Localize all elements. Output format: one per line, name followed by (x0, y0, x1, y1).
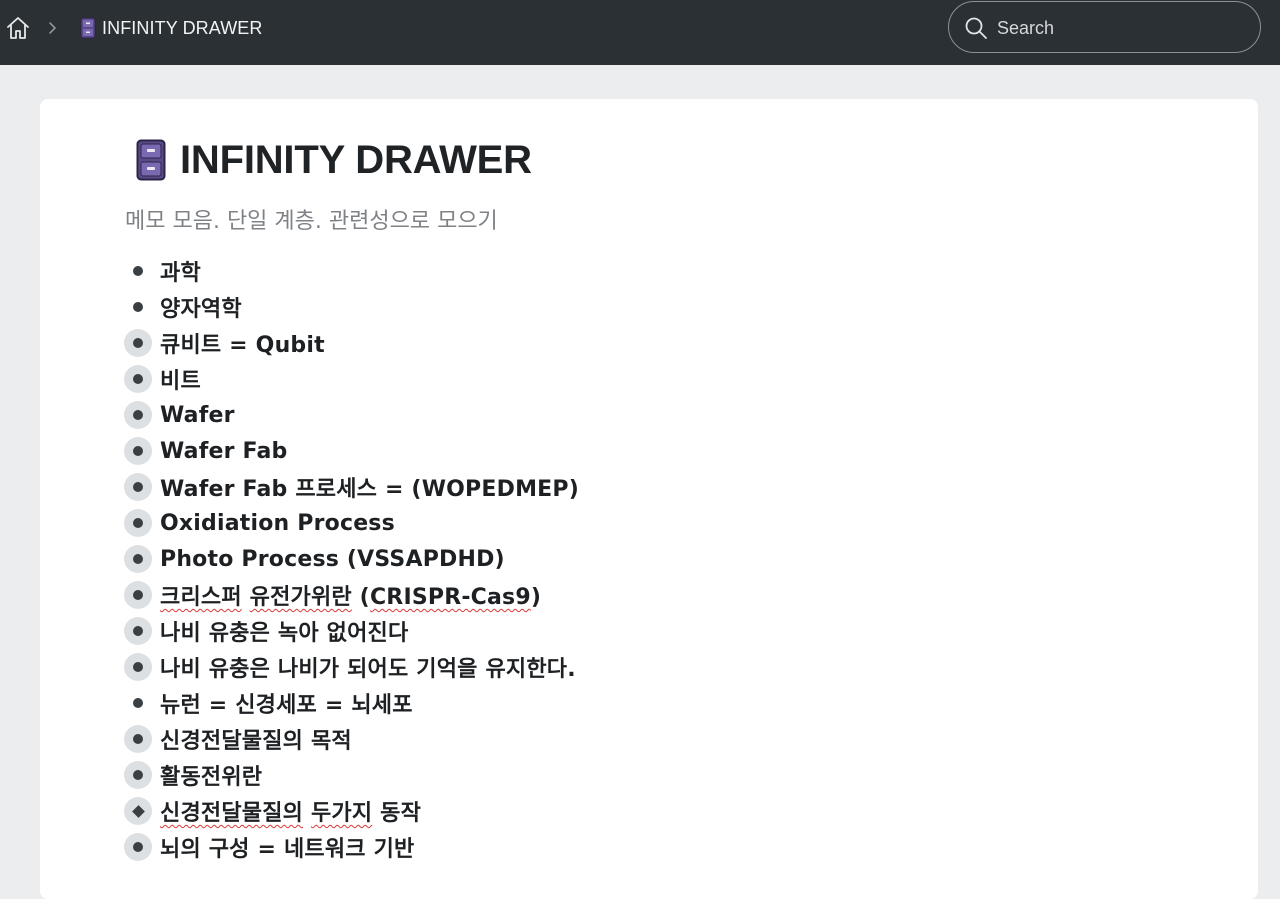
file-cabinet-icon (80, 17, 96, 39)
dot-bullet-icon (133, 626, 143, 636)
breadcrumb-label: INFINITY DRAWER (102, 17, 263, 38)
list-item[interactable]: Photo Process (VSSAPDHD) (124, 541, 579, 577)
collapsed-bullet[interactable] (124, 797, 152, 825)
breadcrumb-current[interactable]: INFINITY DRAWER (80, 16, 263, 40)
list-item-label[interactable]: 뉴런 = 신경세포 = 뇌세포 (160, 687, 413, 719)
collapsed-bullet[interactable] (124, 725, 152, 753)
collapsed-bullet[interactable] (124, 365, 152, 393)
list-item-label[interactable]: 큐비트 = Qubit (160, 327, 325, 359)
search-icon (965, 17, 987, 39)
bullet[interactable] (124, 293, 152, 321)
top-bar: INFINITY DRAWER (0, 0, 1280, 65)
list-item-label[interactable]: Photo Process (VSSAPDHD) (160, 547, 505, 572)
home-icon (7, 17, 29, 39)
list-item-label[interactable]: 비트 (160, 363, 201, 395)
dot-bullet-icon (133, 590, 143, 600)
list-item[interactable]: Wafer Fab 프로세스 = (WOPEDMEP) (124, 469, 579, 505)
bullet-list: 과학양자역학큐비트 = Qubit 비트 Wafer Wafer Fab Wafer F… (124, 253, 579, 865)
spellcheck-word: 크리스퍼 (160, 585, 242, 610)
dot-bullet-icon (133, 410, 143, 420)
list-item-label[interactable]: Wafer Fab (160, 439, 287, 464)
dot-bullet-icon (133, 734, 143, 744)
list-item[interactable]: Wafer (124, 397, 579, 433)
diamond-bullet-icon (131, 804, 145, 818)
page-description[interactable]: 메모 모음. 단일 계층. 관련성으로 모으기 (125, 203, 498, 235)
list-item[interactable]: 뇌의 구성 = 네트워크 기반 (124, 829, 579, 865)
collapsed-bullet[interactable] (124, 509, 152, 537)
dot-bullet-icon (133, 770, 143, 780)
list-item[interactable]: 비트 (124, 361, 579, 397)
collapsed-bullet[interactable] (124, 473, 152, 501)
collapsed-bullet[interactable] (124, 401, 152, 429)
page-title-row: INFINITY DRAWER (136, 137, 532, 183)
list-item[interactable]: 나비 유충은 나비가 되어도 기억을 유지한다. (124, 649, 579, 685)
scrollbar[interactable] (1276, 65, 1280, 878)
collapsed-bullet[interactable] (124, 761, 152, 789)
search-input[interactable] (997, 14, 1247, 42)
spellcheck-word: 신경전달물질의 (160, 801, 304, 826)
bullet[interactable] (124, 257, 152, 285)
list-item-label[interactable]: Oxidiation Process (160, 511, 395, 536)
list-item-label[interactable]: 뇌의 구성 = 네트워크 기반 (160, 831, 414, 863)
list-item[interactable]: 신경전달물질의 두가지 동작 (124, 793, 579, 829)
spellcheck-word: CRISPR-Cas9 (369, 585, 531, 610)
list-item[interactable]: 크리스퍼 유전가위란 (CRISPR-Cas9) (124, 577, 579, 613)
list-item-label[interactable]: Wafer (160, 403, 235, 428)
dot-bullet-icon (133, 842, 143, 852)
list-item-label[interactable]: 과학 (160, 255, 201, 287)
collapsed-bullet[interactable] (124, 653, 152, 681)
dot-bullet-icon (133, 446, 143, 456)
list-item-label[interactable]: 양자역학 (160, 291, 242, 323)
list-item[interactable]: 나비 유충은 녹아 없어진다 (124, 613, 579, 649)
spellcheck-word: 유전가위란 (249, 585, 352, 610)
list-item[interactable]: 활동전위란 (124, 757, 579, 793)
list-item-label[interactable]: 활동전위란 (160, 759, 262, 791)
dot-bullet-icon (133, 662, 143, 672)
list-item-label[interactable]: 나비 유충은 나비가 되어도 기억을 유지한다. (160, 651, 576, 683)
bullet[interactable] (124, 689, 152, 717)
collapsed-bullet[interactable] (124, 581, 152, 609)
list-item[interactable]: 뉴런 = 신경세포 = 뇌세포 (124, 685, 579, 721)
list-item-label[interactable]: 신경전달물질의 두가지 동작 (160, 795, 421, 827)
list-item-label[interactable]: 신경전달물질의 목적 (160, 723, 352, 755)
dot-bullet-icon (133, 554, 143, 564)
collapsed-bullet[interactable] (124, 437, 152, 465)
dot-bullet-icon (133, 482, 143, 492)
list-item[interactable]: 양자역학 (124, 289, 579, 325)
dot-bullet-icon (133, 338, 143, 348)
dot-bullet-icon (133, 266, 143, 276)
collapsed-bullet[interactable] (124, 329, 152, 357)
search-box[interactable] (948, 1, 1261, 53)
collapsed-bullet[interactable] (124, 833, 152, 861)
chevron-right-icon (45, 19, 59, 37)
list-item[interactable]: Wafer Fab (124, 433, 579, 469)
list-item[interactable]: 과학 (124, 253, 579, 289)
page-title[interactable]: INFINITY DRAWER (180, 138, 532, 183)
list-item[interactable]: Oxidiation Process (124, 505, 579, 541)
dot-bullet-icon (133, 518, 143, 528)
document-page: INFINITY DRAWER 메모 모음. 단일 계층. 관련성으로 모으기 … (40, 99, 1258, 899)
list-item[interactable]: 신경전달물질의 목적 (124, 721, 579, 757)
collapsed-bullet[interactable] (124, 617, 152, 645)
dot-bullet-icon (133, 698, 143, 708)
list-item[interactable]: 큐비트 = Qubit (124, 325, 579, 361)
list-item-label[interactable]: 나비 유충은 녹아 없어진다 (160, 615, 408, 647)
list-item-label[interactable]: Wafer Fab 프로세스 = (WOPEDMEP) (160, 471, 579, 503)
file-cabinet-icon (136, 139, 166, 181)
list-item-label[interactable]: 크리스퍼 유전가위란 (CRISPR-Cas9) (160, 579, 541, 611)
dot-bullet-icon (133, 302, 143, 312)
home-button[interactable] (4, 14, 32, 42)
spellcheck-word: 두가지 (310, 801, 373, 826)
collapsed-bullet[interactable] (124, 545, 152, 573)
dot-bullet-icon (133, 374, 143, 384)
